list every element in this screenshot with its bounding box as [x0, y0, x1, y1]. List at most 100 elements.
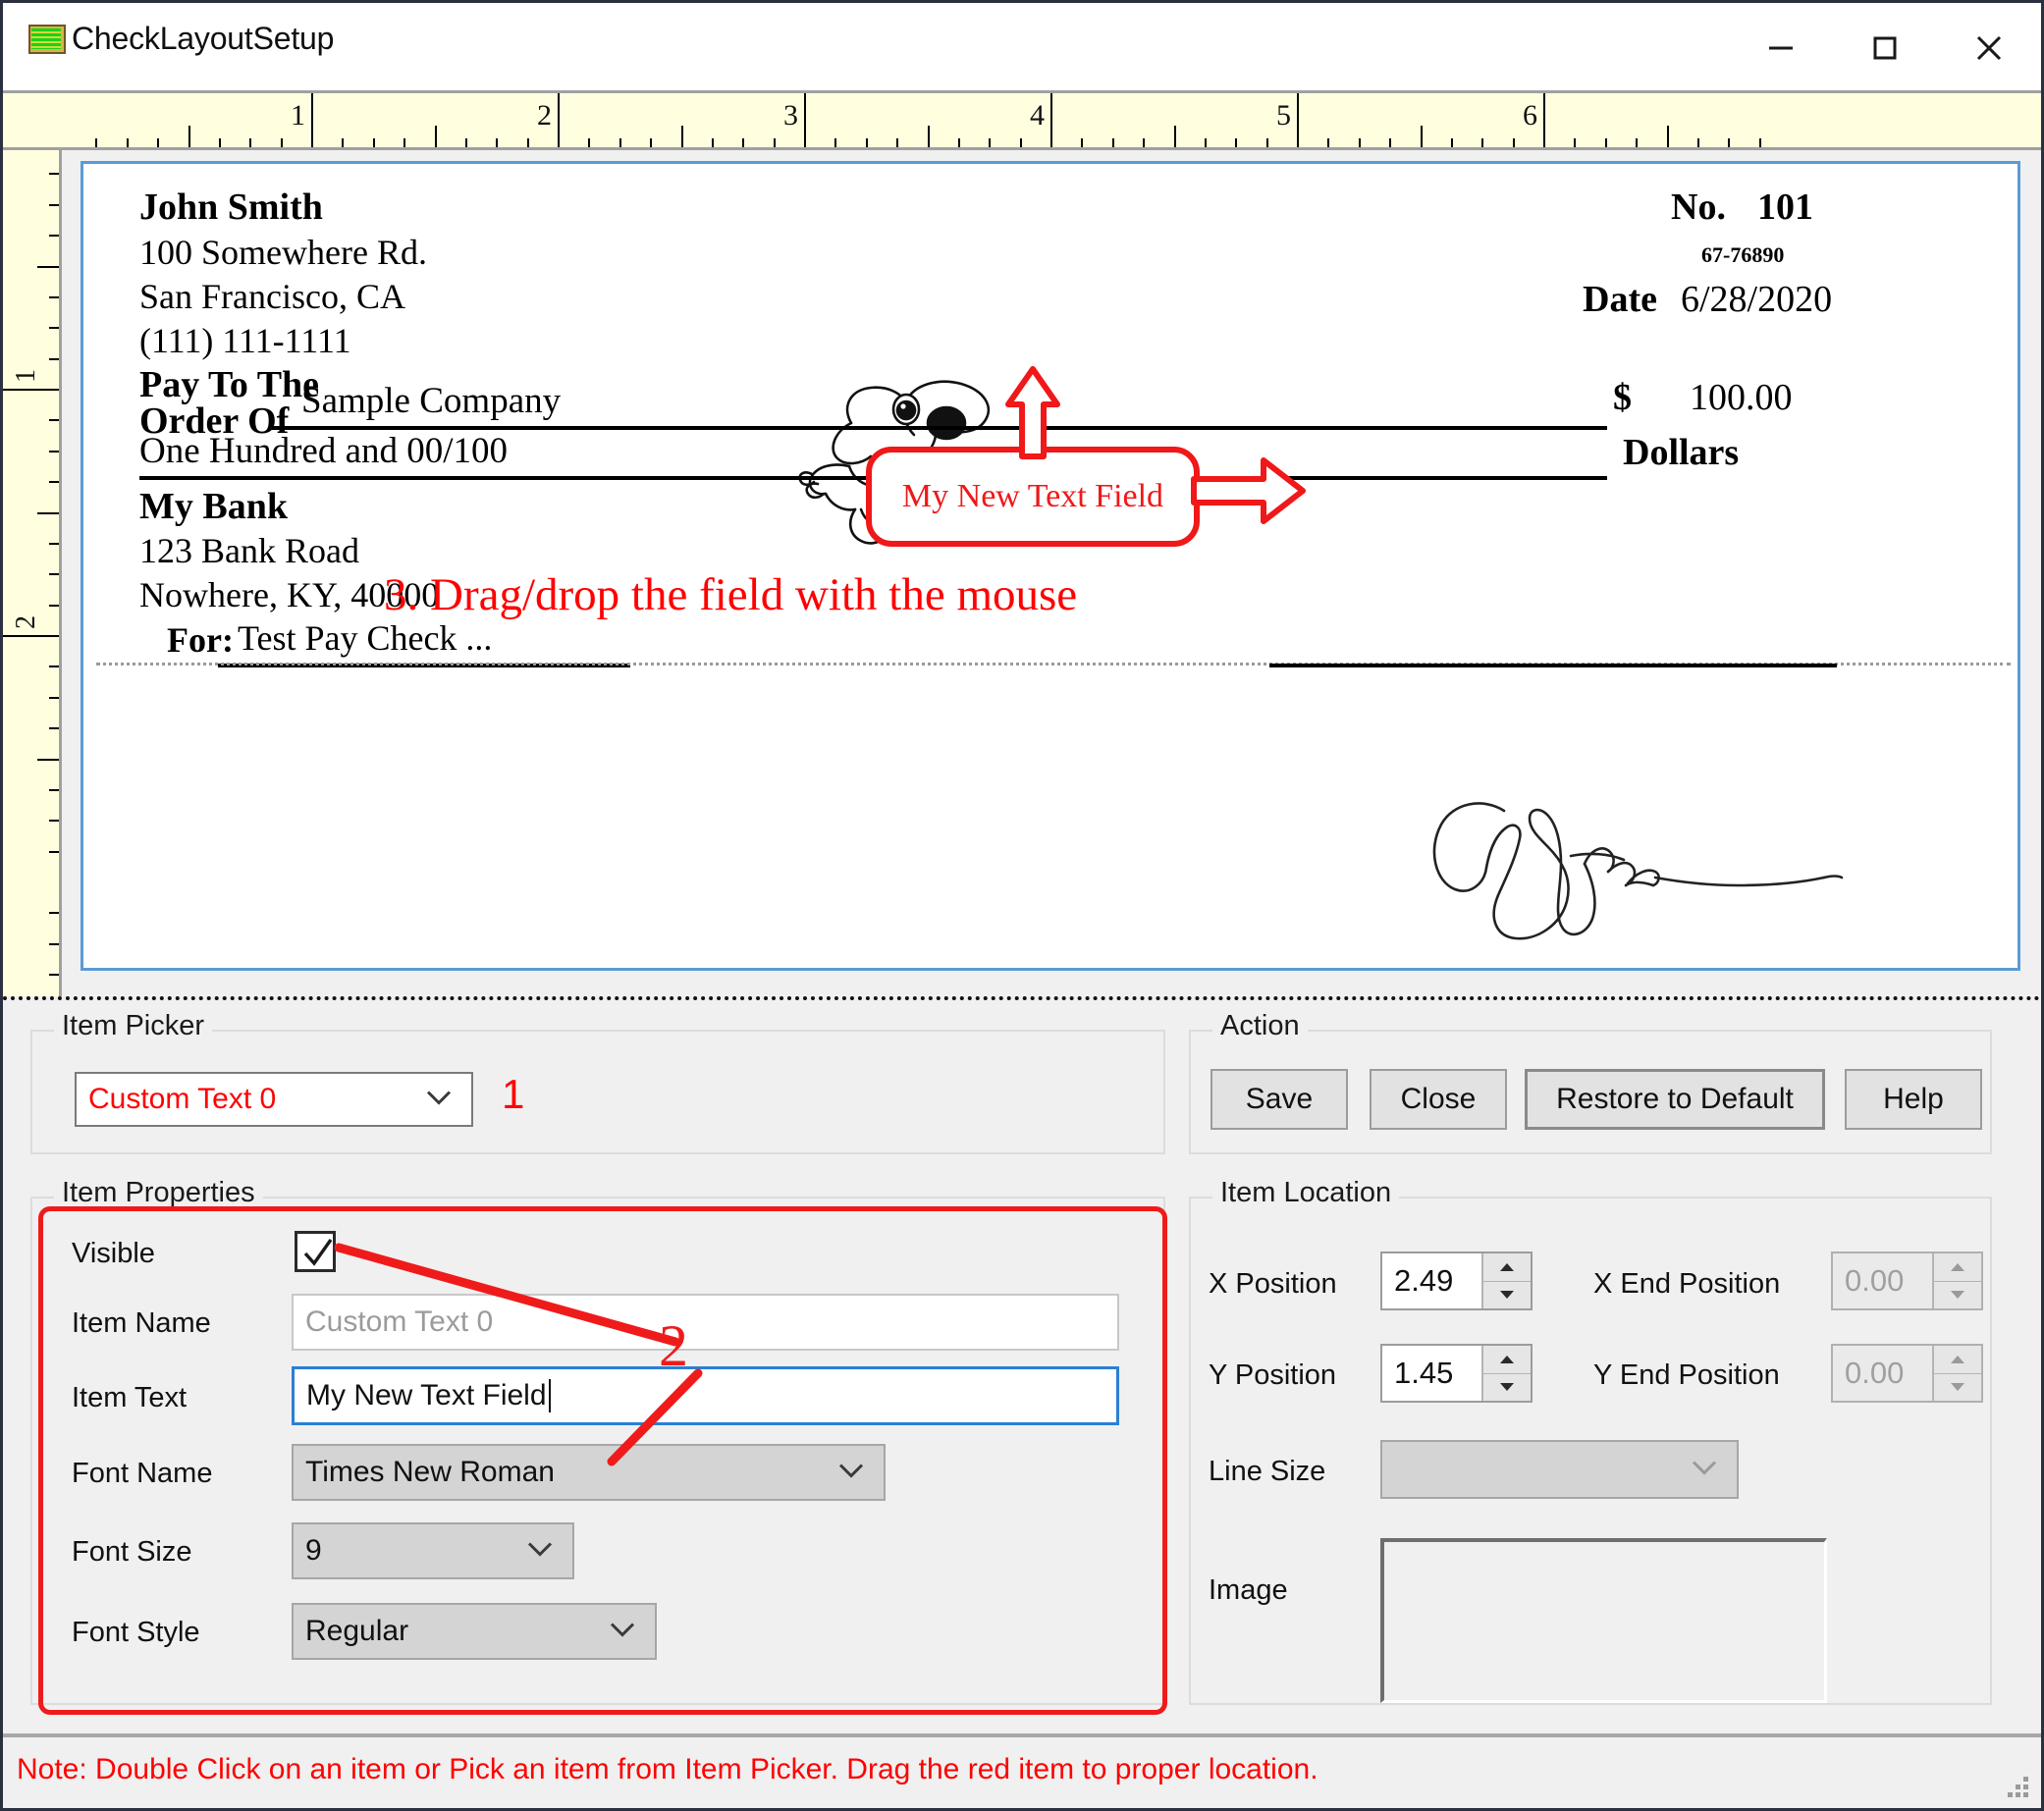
payer-address-1[interactable]: 100 Somewhere Rd.	[139, 232, 427, 273]
line-size-select[interactable]	[1380, 1440, 1739, 1499]
ruler-minor-tick	[1174, 126, 1176, 147]
y-end-position-spinner[interactable]: 0.00	[1831, 1344, 1983, 1403]
horizontal-ruler[interactable]: 123456	[3, 93, 2041, 150]
font-name-select[interactable]: Times New Roman	[292, 1444, 886, 1501]
y-position-stepper[interactable]	[1481, 1346, 1531, 1401]
payee-name[interactable]: Sample Company	[301, 380, 561, 422]
font-style-select[interactable]: Regular	[292, 1603, 657, 1660]
ruler-minor-tick	[49, 235, 59, 237]
ruler-label: 4	[1030, 99, 1050, 133]
close-icon	[1972, 31, 2006, 65]
bank-address-1[interactable]: 123 Bank Road	[139, 530, 359, 571]
x-end-position-spinner[interactable]: 0.00	[1831, 1252, 1983, 1310]
ruler-minor-tick	[958, 138, 960, 147]
ruler-minor-tick	[465, 138, 467, 147]
y-position-label: Y Position	[1209, 1359, 1336, 1392]
check-number[interactable]: 101	[1757, 186, 1813, 229]
application-window: CheckLayoutSetup 123456 12	[0, 0, 2044, 1811]
check-icon	[300, 1236, 336, 1271]
x-position-stepper[interactable]	[1481, 1253, 1531, 1308]
maximize-icon	[1868, 31, 1902, 65]
item-name-input[interactable]: Custom Text 0	[292, 1294, 1119, 1351]
check-number-label: No.	[1671, 186, 1726, 229]
annotation-step-3: 3. Drag/drop the field with the mouse	[384, 568, 1077, 621]
window-controls	[1729, 3, 2041, 93]
x-position-spinner[interactable]: 2.49	[1380, 1252, 1533, 1310]
amount-symbol: $	[1613, 376, 1632, 419]
ruler-minor-tick	[1266, 138, 1268, 147]
ruler-minor-tick	[49, 573, 59, 575]
ruler-minor-tick	[1359, 138, 1361, 147]
chevron-down-icon	[424, 1088, 454, 1112]
date-value[interactable]: 6/28/2020	[1681, 278, 1832, 321]
ruler-minor-tick	[496, 138, 498, 147]
spinner-down-icon[interactable]	[1483, 1374, 1531, 1402]
ruler-minor-tick	[1020, 138, 1022, 147]
ruler-minor-tick	[681, 126, 683, 147]
payer-address-2[interactable]: San Francisco, CA	[139, 276, 405, 317]
spinner-up-icon[interactable]	[1483, 1346, 1531, 1374]
payer-name[interactable]: John Smith	[139, 186, 323, 229]
font-style-value: Regular	[305, 1615, 408, 1648]
spinner-down-icon[interactable]	[1483, 1282, 1531, 1309]
spinner-up-icon[interactable]	[1934, 1346, 1981, 1374]
signature-image[interactable]	[1414, 787, 1865, 949]
ruler-major-tick	[558, 93, 560, 150]
status-note: Note: Double Click on an item or Pick an…	[17, 1753, 1318, 1786]
minimize-button[interactable]	[1729, 3, 1833, 93]
payer-phone[interactable]: (111) 111-1111	[139, 320, 351, 361]
amount-words[interactable]: One Hundred and 00/100	[139, 430, 508, 472]
visible-label: Visible	[72, 1238, 155, 1270]
save-button[interactable]: Save	[1210, 1069, 1348, 1130]
spinner-down-icon[interactable]	[1934, 1282, 1981, 1309]
visible-checkbox[interactable]	[295, 1231, 336, 1272]
close-button[interactable]	[1937, 3, 2041, 93]
y-end-position-label: Y End Position	[1593, 1359, 1780, 1392]
ruler-minor-tick	[896, 138, 898, 147]
restore-to-default-button[interactable]: Restore to Default	[1525, 1069, 1825, 1130]
ruler-minor-tick	[742, 138, 744, 147]
text-caret	[549, 1379, 551, 1412]
ruler-minor-tick	[49, 358, 59, 360]
ruler-minor-tick	[49, 697, 59, 699]
font-size-select[interactable]: 9	[292, 1522, 574, 1579]
amount-value[interactable]: 100.00	[1690, 376, 1793, 419]
y-end-position-stepper[interactable]	[1932, 1346, 1981, 1401]
image-label: Image	[1209, 1574, 1288, 1607]
image-preview-box[interactable]	[1380, 1538, 1827, 1703]
ruler-minor-tick	[49, 543, 59, 545]
item-picker-select[interactable]: Custom Text 0	[75, 1072, 473, 1127]
x-end-position-stepper[interactable]	[1932, 1253, 1981, 1308]
status-bar: Note: Double Click on an item or Pick an…	[3, 1733, 2041, 1808]
ruler-minor-tick	[49, 727, 59, 729]
close-button-action[interactable]: Close	[1370, 1069, 1507, 1130]
ruler-minor-tick	[1421, 126, 1423, 147]
check-canvas-area[interactable]: John Smith 100 Somewhere Rd. San Francis…	[65, 150, 2041, 996]
ruler-minor-tick	[403, 138, 405, 147]
title-bar: CheckLayoutSetup	[3, 3, 2041, 93]
item-name-placeholder: Custom Text 0	[305, 1305, 493, 1339]
item-text-input[interactable]: My New Text Field	[292, 1366, 1119, 1425]
vertical-ruler[interactable]: 12	[3, 150, 62, 996]
y-position-spinner[interactable]: 1.45	[1380, 1344, 1533, 1403]
floating-field-label: My New Text Field	[902, 478, 1163, 515]
floating-custom-text-field[interactable]: My New Text Field	[866, 447, 1200, 547]
ruler-minor-tick	[49, 451, 59, 453]
chevron-down-icon	[836, 1461, 866, 1485]
ruler-minor-tick	[157, 138, 159, 147]
ruler-minor-tick	[619, 138, 621, 147]
spinner-up-icon[interactable]	[1934, 1253, 1981, 1282]
item-text-value: My New Text Field	[306, 1379, 547, 1412]
memo-value[interactable]: Test Pay Check ...	[238, 617, 492, 659]
spinner-up-icon[interactable]	[1483, 1253, 1531, 1282]
help-button[interactable]: Help	[1845, 1069, 1982, 1130]
ruler-label: 2	[11, 615, 42, 629]
ruler-major-tick	[3, 635, 62, 637]
resize-grip-icon[interactable]	[2006, 1775, 2031, 1800]
maximize-button[interactable]	[1833, 3, 1937, 93]
routing-fraction[interactable]: 67-76890	[1701, 242, 1784, 268]
check-preview[interactable]: John Smith 100 Somewhere Rd. San Francis…	[81, 161, 2020, 971]
ruler-minor-tick	[373, 138, 375, 147]
spinner-down-icon[interactable]	[1934, 1374, 1981, 1402]
bank-name[interactable]: My Bank	[139, 485, 288, 528]
